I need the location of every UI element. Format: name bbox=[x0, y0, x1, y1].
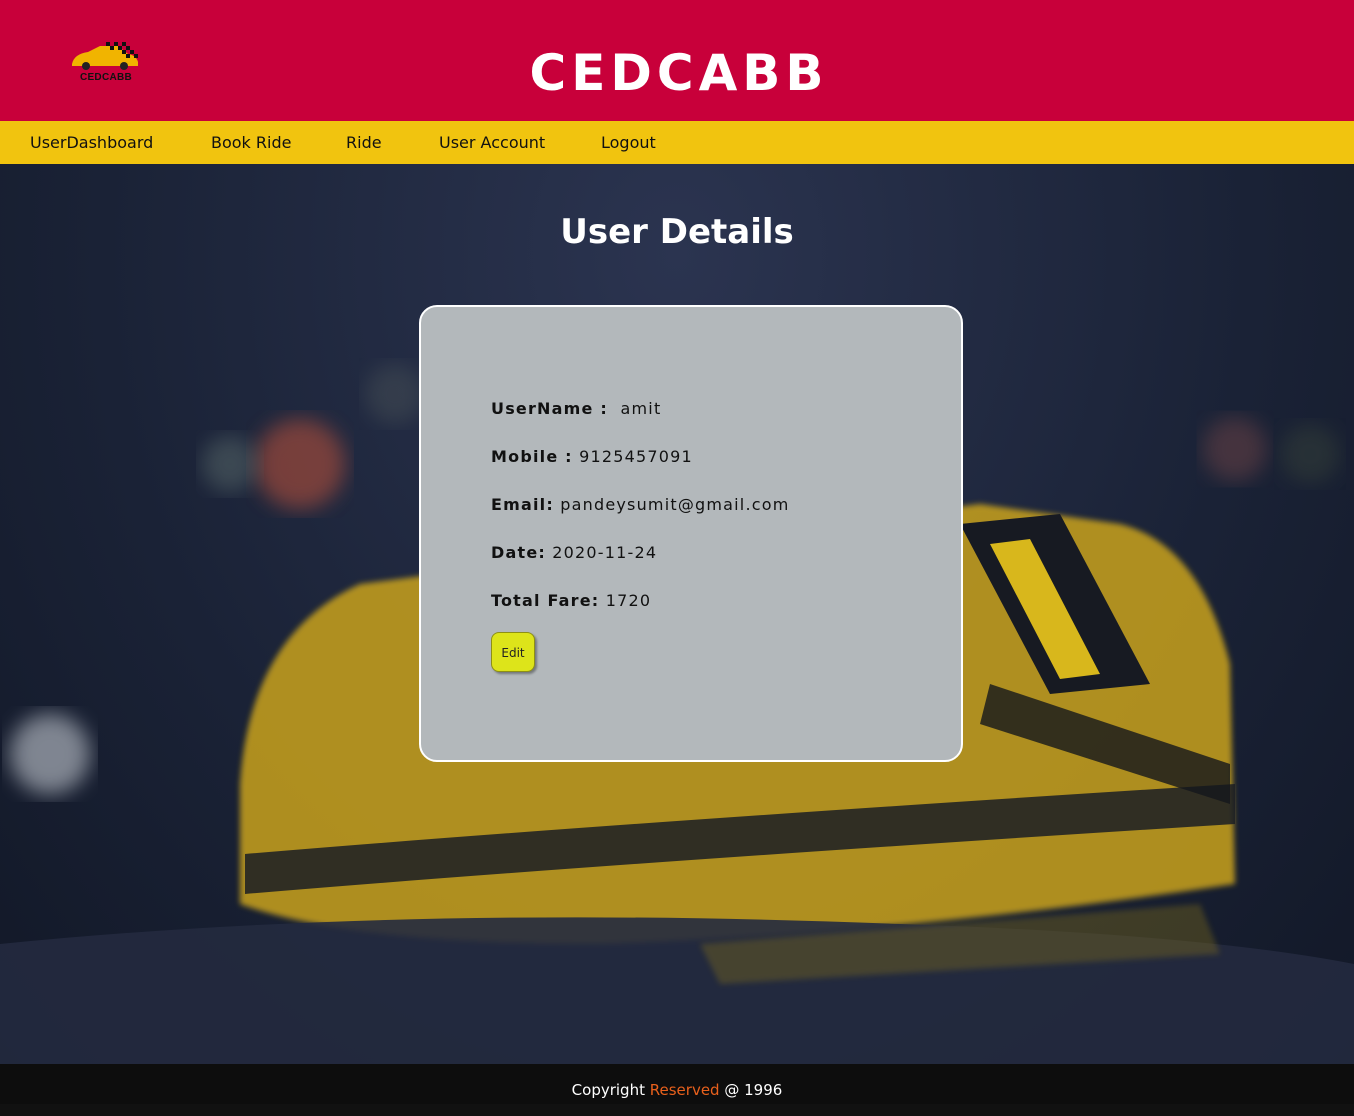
footer-copyright-text: Copyright bbox=[571, 1081, 645, 1099]
site-footer: Copyright Reserved @ 1996 bbox=[0, 1064, 1354, 1104]
total-fare-label: Total Fare: bbox=[491, 591, 600, 610]
total-fare-value: 1720 bbox=[605, 591, 652, 610]
main-nav: UserDashboard Book Ride Ride User Accoun… bbox=[0, 121, 1354, 164]
main-content: User Details UserName : amit Mobile : 91… bbox=[0, 164, 1354, 1064]
nav-item-logout[interactable]: Logout bbox=[601, 121, 656, 164]
date-value: 2020-11-24 bbox=[552, 543, 658, 562]
footer-year-text: @ 1996 bbox=[724, 1081, 783, 1099]
email-label: Email: bbox=[491, 495, 554, 514]
email-row: Email: pandeysumit@gmail.com bbox=[491, 495, 790, 514]
nav-item-book-ride[interactable]: Book Ride bbox=[211, 121, 291, 164]
email-value: pandeysumit@gmail.com bbox=[560, 495, 790, 514]
date-row: Date: 2020-11-24 bbox=[491, 543, 657, 562]
mobile-row: Mobile : 9125457091 bbox=[491, 447, 693, 466]
nav-item-ride[interactable]: Ride bbox=[346, 121, 382, 164]
total-fare-row: Total Fare: 1720 bbox=[491, 591, 651, 610]
edit-button[interactable]: Edit bbox=[491, 632, 535, 672]
mobile-value: 9125457091 bbox=[579, 447, 693, 466]
mobile-label: Mobile : bbox=[491, 447, 573, 466]
footer-reserved-link: Reserved bbox=[649, 1081, 720, 1099]
nav-item-user-account[interactable]: User Account bbox=[439, 121, 545, 164]
nav-item-user-dashboard[interactable]: UserDashboard bbox=[30, 121, 153, 164]
site-header: CEDCABB CEDCABB bbox=[0, 0, 1354, 121]
username-row: UserName : amit bbox=[491, 399, 661, 418]
site-title: CEDCABB bbox=[529, 44, 829, 102]
date-label: Date: bbox=[491, 543, 546, 562]
username-value: amit bbox=[620, 399, 662, 418]
username-label: UserName : bbox=[491, 399, 608, 418]
page-heading: User Details bbox=[560, 212, 794, 252]
user-details-card: UserName : amit Mobile : 9125457091 Emai… bbox=[419, 305, 963, 762]
